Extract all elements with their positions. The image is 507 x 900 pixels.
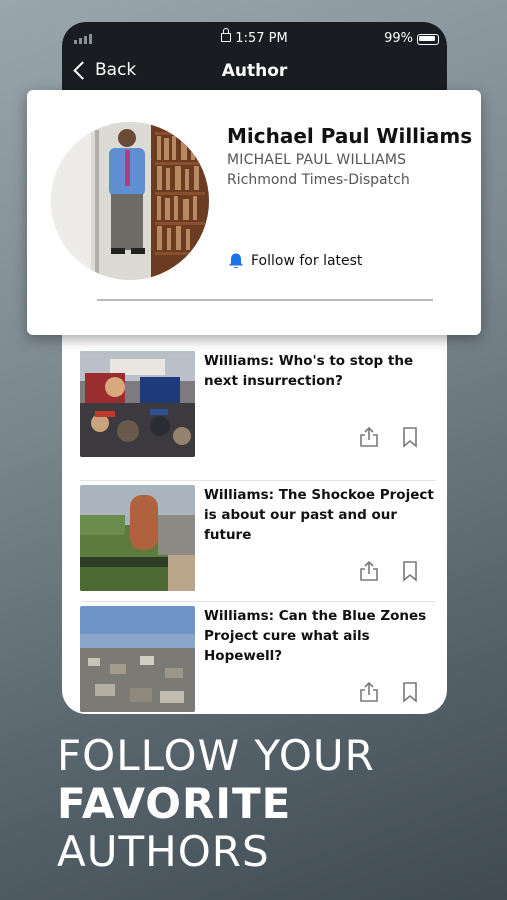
bell-icon bbox=[229, 253, 243, 269]
author-card: Michael Paul Williams MICHAEL PAUL WILLI… bbox=[27, 90, 481, 335]
time-text: 1:57 PM bbox=[235, 31, 288, 46]
promo-tagline: FOLLOW YOUR FAVORITE AUTHORS bbox=[57, 732, 375, 876]
card-divider bbox=[97, 299, 433, 301]
article-thumbnail bbox=[80, 606, 195, 712]
article-title[interactable]: Williams: Who's to stop the next insurre… bbox=[204, 351, 434, 391]
author-byline: MICHAEL PAUL WILLIAMS bbox=[227, 152, 407, 168]
follow-button[interactable]: Follow for latest bbox=[227, 252, 362, 270]
bookmark-icon[interactable] bbox=[400, 426, 420, 448]
author-name: Michael Paul Williams bbox=[227, 124, 473, 148]
tagline-line-2: FAVORITE bbox=[57, 779, 292, 828]
bookmark-icon[interactable] bbox=[400, 681, 420, 703]
avatar bbox=[51, 122, 209, 280]
share-icon[interactable] bbox=[358, 426, 380, 448]
page-title: Author bbox=[221, 61, 288, 81]
article-thumbnail bbox=[80, 485, 195, 591]
tagline-line-3: AUTHORS bbox=[57, 827, 270, 876]
tagline-line-1: FOLLOW YOUR bbox=[57, 731, 375, 780]
author-publication: Richmond Times-Dispatch bbox=[227, 172, 410, 188]
article-thumbnail bbox=[80, 351, 195, 457]
lock-icon bbox=[221, 28, 232, 42]
share-icon[interactable] bbox=[358, 681, 380, 703]
status-bar: 1:57 PM 99% bbox=[62, 28, 447, 50]
list-item[interactable]: Williams: The Shockoe Project is about o… bbox=[80, 481, 436, 593]
nav-bar: Back Author bbox=[62, 60, 447, 86]
article-title[interactable]: Williams: The Shockoe Project is about o… bbox=[204, 485, 434, 545]
battery-percent: 99% bbox=[384, 31, 413, 46]
list-item[interactable]: Williams: Can the Blue Zones Project cur… bbox=[80, 602, 436, 714]
share-icon[interactable] bbox=[358, 560, 380, 582]
battery-icon bbox=[417, 34, 439, 45]
follow-label: Follow for latest bbox=[251, 253, 363, 269]
bookmark-icon[interactable] bbox=[400, 560, 420, 582]
list-item[interactable]: Williams: Who's to stop the next insurre… bbox=[80, 347, 436, 459]
article-title[interactable]: Williams: Can the Blue Zones Project cur… bbox=[204, 606, 434, 666]
